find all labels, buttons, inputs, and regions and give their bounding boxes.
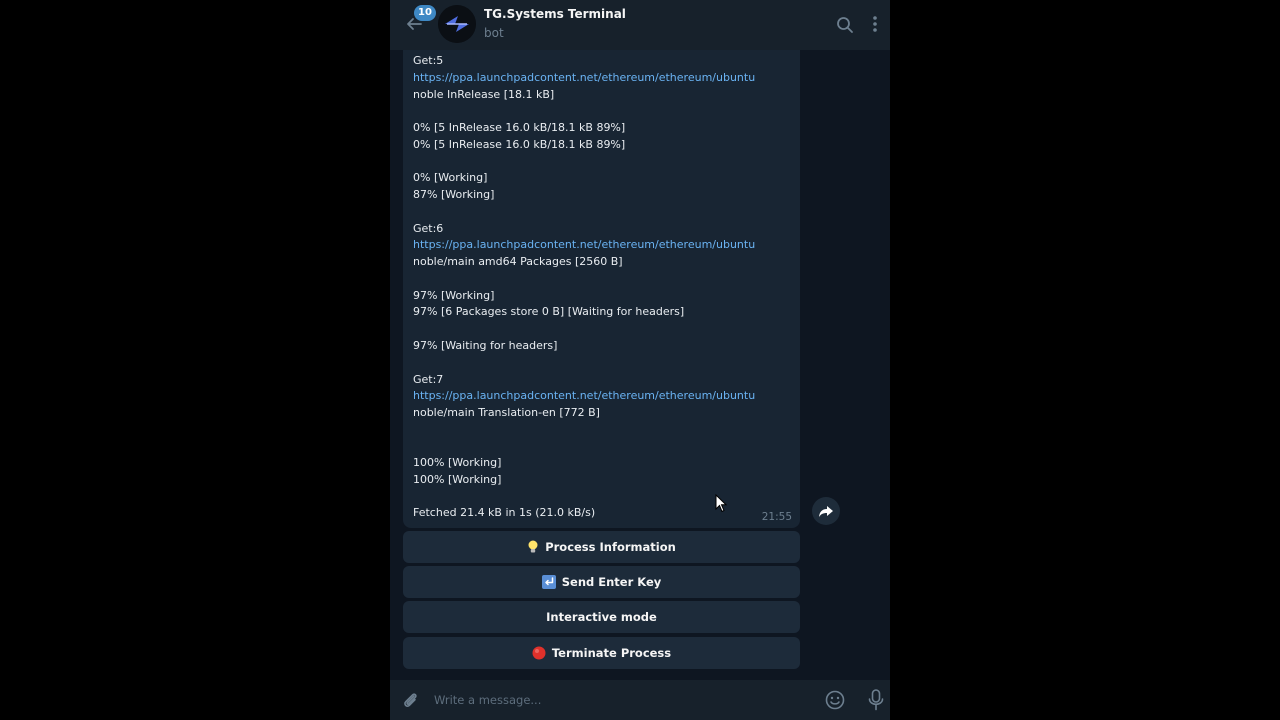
microphone-icon[interactable] (867, 689, 885, 711)
message-bubble: Get:5 https://ppa.launchpadcontent.net/e… (403, 50, 800, 528)
bot-logo-avatar[interactable] (438, 5, 476, 43)
button-label: Interactive mode (546, 610, 657, 624)
message-line: Fetched 21.4 kB in 1s (21.0 kB/s) (413, 506, 596, 519)
message-line: Get:5 (413, 54, 444, 67)
message-line: noble InRelease [18.1 kB] (413, 88, 555, 101)
message-line: 97% [Working] (413, 289, 495, 302)
message-line: 0% [5 InRelease 16.0 kB/18.1 kB 89%] (413, 121, 626, 134)
unread-count-badge: 10 (414, 5, 436, 21)
message-line: 100% [Working] (413, 473, 502, 486)
chat-subtitle: bot (484, 26, 504, 40)
button-label: Terminate Process (551, 646, 672, 660)
more-vertical-icon[interactable] (868, 14, 882, 34)
bot-logo-icon (438, 5, 476, 43)
message-input[interactable] (434, 691, 814, 709)
message-line: 0% [5 InRelease 16.0 kB/18.1 kB 89%] (413, 138, 626, 151)
process-information-button[interactable]: Process Information (403, 531, 800, 563)
message-line: Get:6 (413, 222, 444, 235)
message-line: Get:7 (413, 373, 444, 386)
return-arrow-icon (541, 574, 556, 589)
attach-icon[interactable] (400, 690, 420, 710)
forward-button[interactable] (812, 497, 840, 525)
mouse-cursor-icon (715, 494, 728, 513)
message-link[interactable]: https://ppa.launchpadcontent.net/ethereu… (413, 71, 755, 85)
terminate-process-button[interactable]: Terminate Process (403, 637, 800, 669)
chat-title[interactable]: TG.Systems Terminal (484, 7, 626, 21)
search-icon[interactable] (836, 16, 854, 34)
lightbulb-icon (528, 540, 538, 552)
message-line: 0% [Working] (413, 171, 488, 184)
red-circle-icon (532, 646, 546, 659)
message-line: 87% [Working] (413, 188, 495, 201)
forward-arrow-icon (819, 506, 833, 517)
message-line: 97% [6 Packages store 0 B] [Waiting for … (413, 305, 685, 318)
button-label: Process Information (545, 540, 676, 554)
message-link[interactable]: https://ppa.launchpadcontent.net/ethereu… (413, 389, 755, 403)
message-composer (390, 680, 890, 720)
message-line: 97% [Waiting for headers] (413, 339, 558, 352)
message-line: noble/main Translation-en [772 B] (413, 406, 600, 419)
message-line: 100% [Working] (413, 456, 502, 469)
telegram-window: 10 TG.Systems Terminal bot Get:5 https:/… (390, 0, 890, 720)
send-enter-key-button[interactable]: Send Enter Key (403, 566, 800, 598)
emoji-icon[interactable] (825, 690, 845, 710)
button-label: Send Enter Key (561, 575, 662, 589)
message-line: noble/main amd64 Packages [2560 B] (413, 255, 623, 268)
message-time: 21:55 (761, 511, 792, 523)
chat-header: 10 TG.Systems Terminal bot (390, 0, 890, 50)
interactive-mode-button[interactable]: Interactive mode (403, 601, 800, 633)
message-link[interactable]: https://ppa.launchpadcontent.net/ethereu… (413, 238, 755, 252)
